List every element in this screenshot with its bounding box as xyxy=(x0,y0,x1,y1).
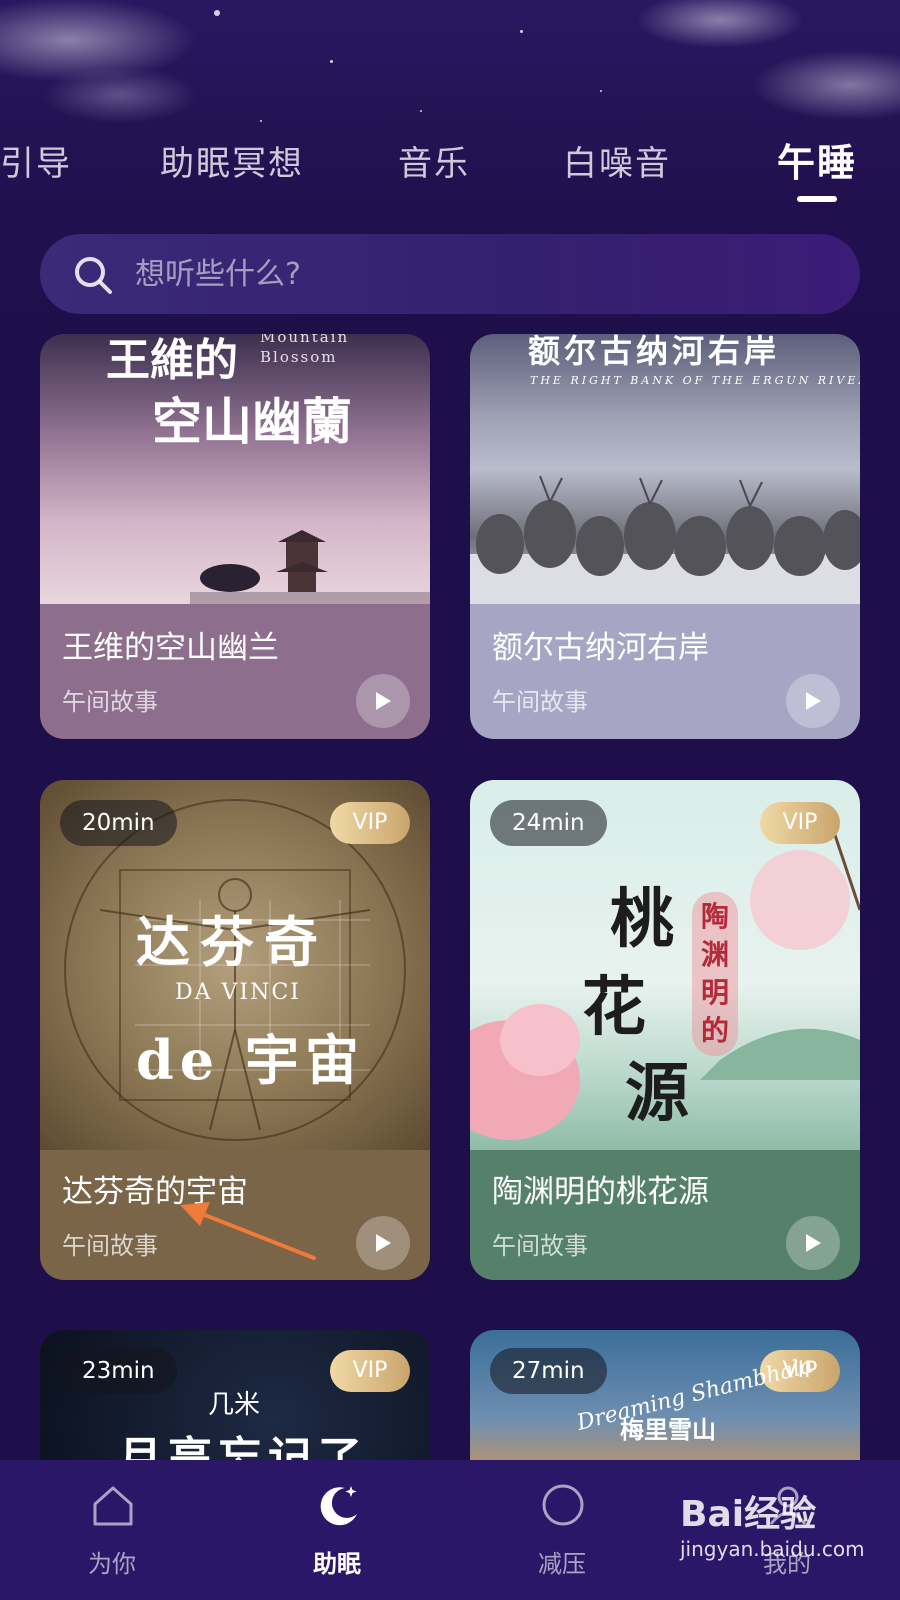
tab-nap[interactable]: 午睡 xyxy=(777,132,857,187)
nav-item-sleep[interactable]: 助眠 xyxy=(277,1460,397,1600)
cover-title-line: 额尔古纳河右岸 xyxy=(528,334,781,370)
story-card[interactable]: 27min VIP Dreaming Shambhala 梅里雪山 xyxy=(470,1330,860,1460)
play-icon xyxy=(376,692,391,710)
cover-en-title: THE RIGHT BANK OF THE ERGUN RIVER xyxy=(530,374,860,387)
category-tabs: 引导 助眠冥想 音乐 白噪音 午睡 xyxy=(0,128,900,208)
star xyxy=(330,60,333,63)
tab-music[interactable]: 音乐 xyxy=(398,136,470,185)
nav-label: 为你 xyxy=(88,1550,136,1578)
duration-badge: 24min xyxy=(490,800,607,846)
cover-title-line: 源 xyxy=(625,1056,689,1131)
cover-title-line: 王維的 xyxy=(106,335,238,386)
story-card[interactable]: 24min VIP 桃 花 源 陶渊明的 陶渊明的桃花源 午间故事 xyxy=(470,780,860,1280)
card-info-panel: 王维的空山幽兰 午间故事 xyxy=(40,604,430,739)
home-icon xyxy=(93,1486,133,1526)
play-button[interactable] xyxy=(356,1216,410,1270)
circle-icon xyxy=(542,1484,584,1526)
card-cover-image: 额尔古纳河右岸 THE RIGHT BANK OF THE ERGUN RIVE… xyxy=(470,334,860,604)
card-title: 额尔古纳河右岸 xyxy=(492,630,709,666)
cover-author: 陶渊明的 xyxy=(692,892,738,1056)
play-button[interactable] xyxy=(786,1216,840,1270)
tab-sleep-meditation[interactable]: 助眠冥想 xyxy=(160,136,304,185)
cover-en-title: Blossom xyxy=(260,348,338,366)
cover-en-title: Mountain xyxy=(260,334,350,346)
card-info-panel: 额尔古纳河右岸 午间故事 xyxy=(470,604,860,739)
card-subtitle: 午间故事 xyxy=(62,1232,158,1260)
vip-badge: VIP xyxy=(760,802,840,844)
card-cover-image: 27min VIP Dreaming Shambhala 梅里雪山 xyxy=(470,1330,860,1460)
card-title: 陶渊明的桃花源 xyxy=(492,1174,709,1210)
vip-badge: VIP xyxy=(330,802,410,844)
story-card[interactable]: 23min VIP 几米 月亮忘记了 xyxy=(40,1330,430,1460)
card-title: 达芬奇的宇宙 xyxy=(62,1174,248,1210)
moon-icon xyxy=(320,1486,357,1526)
baidu-jingyan-watermark: Bai经验 jingyan.baidu.com xyxy=(680,1495,865,1563)
search-icon xyxy=(75,257,112,294)
search-input[interactable] xyxy=(135,234,815,314)
cover-title-line: 梅里雪山 xyxy=(620,1415,716,1444)
active-tab-indicator xyxy=(797,196,837,202)
cover-title-line: 达芬奇 xyxy=(136,910,328,974)
play-icon xyxy=(376,1234,391,1252)
cover-title-line: 月亮忘记了 xyxy=(118,1433,368,1460)
card-cover-image: 王維的 Mountain Blossom 空山幽蘭 xyxy=(40,334,430,604)
duration-badge: 23min xyxy=(60,1348,177,1394)
card-subtitle: 午间故事 xyxy=(492,1232,588,1260)
search-bar[interactable] xyxy=(40,234,860,314)
play-icon xyxy=(806,692,821,710)
play-button[interactable] xyxy=(356,674,410,728)
cover-title-line: 几米 xyxy=(208,1390,261,1420)
watermark-brand: Bai经验 xyxy=(680,1494,817,1535)
card-cover-image: 23min VIP 几米 月亮忘记了 xyxy=(40,1330,430,1460)
cover-title-line: 空山幽蘭 xyxy=(152,392,352,451)
vip-badge: VIP xyxy=(330,1350,410,1392)
star xyxy=(260,120,262,122)
story-card[interactable]: 王維的 Mountain Blossom 空山幽蘭 王维的空山幽兰 午间故事 xyxy=(40,334,430,739)
nav-label: 减压 xyxy=(538,1550,586,1578)
star xyxy=(520,30,523,33)
card-title: 王维的空山幽兰 xyxy=(62,630,279,666)
watermark-url: jingyan.baidu.com xyxy=(680,1537,865,1561)
duration-badge: 27min xyxy=(490,1348,607,1394)
pavilion-illustration xyxy=(190,530,430,604)
play-button[interactable] xyxy=(786,674,840,728)
duration-badge: 20min xyxy=(60,800,177,846)
card-cover-image: 20min VIP 达芬奇 DA VINCI de 宇宙 xyxy=(40,780,430,1150)
reindeer-herd-illustration xyxy=(470,475,860,604)
nav-item-relax[interactable]: 减压 xyxy=(502,1460,622,1600)
card-subtitle: 午间故事 xyxy=(492,688,588,716)
content-grid: 王維的 Mountain Blossom 空山幽蘭 王维的空山幽兰 午间故事 额… xyxy=(0,334,900,1460)
cover-title-line: 花 xyxy=(582,970,646,1045)
play-icon xyxy=(806,1234,821,1252)
star xyxy=(214,10,220,16)
story-card[interactable]: 额尔古纳河右岸 THE RIGHT BANK OF THE ERGUN RIVE… xyxy=(470,334,860,739)
tab-guide[interactable]: 引导 xyxy=(0,136,72,185)
star xyxy=(420,110,422,112)
nav-item-for-you[interactable]: 为你 xyxy=(52,1460,172,1600)
card-cover-image: 24min VIP 桃 花 源 陶渊明的 xyxy=(470,780,860,1150)
cover-title-line: de 宇宙 xyxy=(136,1028,365,1092)
star xyxy=(600,90,602,92)
nav-label: 助眠 xyxy=(313,1550,361,1578)
cover-title-line: 桃 xyxy=(610,882,674,957)
story-card[interactable]: 20min VIP 达芬奇 DA VINCI de 宇宙 达芬奇的宇宙 午间故事 xyxy=(40,780,430,1280)
card-info-panel: 达芬奇的宇宙 午间故事 xyxy=(40,1150,430,1280)
card-info-panel: 陶渊明的桃花源 午间故事 xyxy=(470,1150,860,1280)
tab-white-noise[interactable]: 白噪音 xyxy=(563,136,671,185)
cover-en-title: DA VINCI xyxy=(175,980,301,1005)
card-subtitle: 午间故事 xyxy=(62,688,158,716)
